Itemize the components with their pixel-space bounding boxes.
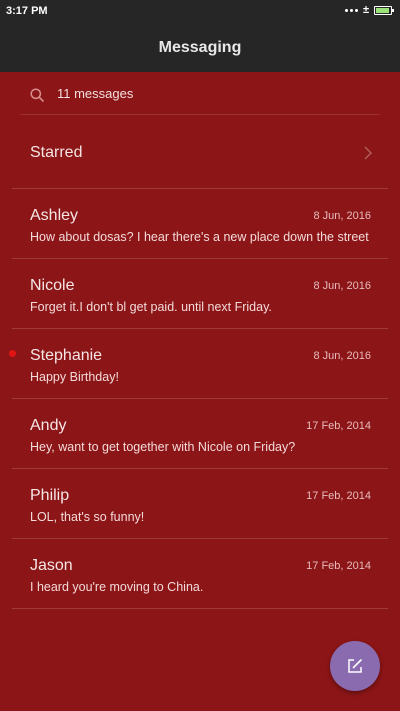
conversation-row-jason[interactable]: Jason 17 Feb, 2014 I heard you're moving… (12, 539, 388, 609)
starred-row[interactable]: Starred (12, 115, 388, 189)
contact-name: Nicole (30, 277, 75, 294)
message-date: 8 Jun, 2016 (313, 210, 372, 222)
message-date: 8 Jun, 2016 (313, 350, 372, 362)
compose-button[interactable] (330, 641, 380, 691)
contact-name: Stephanie (30, 347, 103, 364)
battery-icon (374, 5, 394, 15)
contact-name: Jason (30, 557, 73, 574)
message-preview: LOL, that's so funny! (30, 510, 145, 524)
status-plus-icon: ± (362, 4, 369, 16)
search-bar[interactable]: 11 messages (20, 72, 380, 115)
conversation-row-stephanie[interactable]: Stephanie 8 Jun, 2016 Happy Birthday! (9, 329, 388, 399)
conversation-row-philip[interactable]: Philip 17 Feb, 2014 LOL, that's so funny… (12, 469, 388, 539)
message-preview: I heard you're moving to China. (30, 580, 204, 594)
search-icon (30, 88, 44, 102)
contact-name: Philip (30, 487, 70, 504)
status-icons: ± (344, 4, 394, 16)
message-count: 11 messages (57, 86, 134, 101)
message-preview: Happy Birthday! (30, 370, 119, 384)
compose-icon (348, 659, 362, 673)
chevron-right-icon (364, 146, 372, 160)
unread-dot-icon (9, 350, 16, 357)
message-date: 8 Jun, 2016 (313, 280, 372, 292)
signal-dots-icon (344, 8, 358, 12)
contact-name: Ashley (30, 207, 79, 224)
page-title: Messaging (158, 39, 242, 56)
battery-level (376, 7, 389, 13)
message-date: 17 Feb, 2014 (306, 490, 371, 502)
status-bar: 3:17 PM ± (0, 0, 400, 24)
message-preview: How about dosas? I hear there's a new pl… (30, 230, 369, 244)
message-preview: Hey, want to get together with Nicole on… (30, 440, 296, 454)
conversation-row-nicole[interactable]: Nicole 8 Jun, 2016 Forget it.I don't bl … (12, 259, 388, 329)
message-date: 17 Feb, 2014 (306, 420, 371, 432)
conversation-row-andy[interactable]: Andy 17 Feb, 2014 Hey, want to get toget… (12, 399, 388, 469)
status-time: 3:17 PM (6, 5, 48, 17)
app-header: Messaging (0, 24, 400, 72)
conversation-list: Ashley 8 Jun, 2016 How about dosas? I he… (9, 189, 388, 609)
message-date: 17 Feb, 2014 (306, 560, 371, 572)
message-preview: Forget it.I don't bl get paid. until nex… (30, 300, 272, 314)
conversation-row-ashley[interactable]: Ashley 8 Jun, 2016 How about dosas? I he… (12, 189, 388, 259)
starred-label: Starred (30, 144, 83, 161)
contact-name: Andy (30, 417, 67, 434)
